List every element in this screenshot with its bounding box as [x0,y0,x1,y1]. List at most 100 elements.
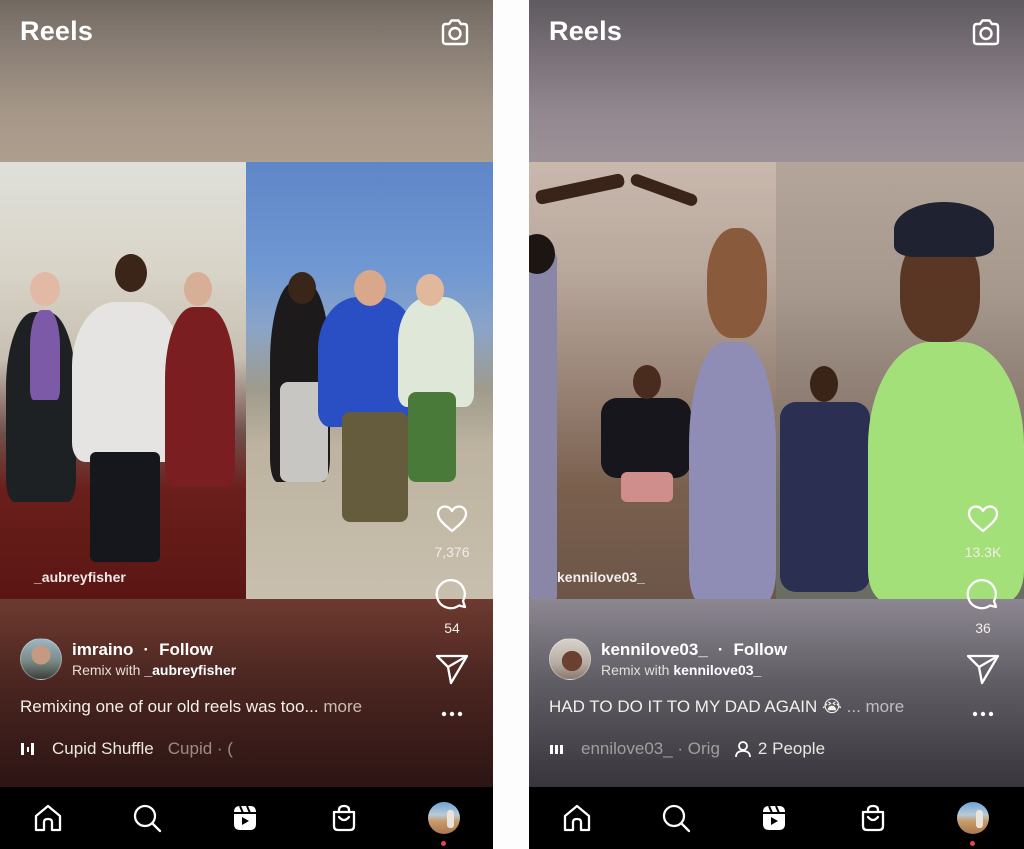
remix-attribution: Remix with kennilove03_ [601,662,787,678]
follow-button[interactable]: Follow [159,640,213,660]
person [780,402,870,592]
profile-avatar [428,802,460,834]
heart-icon [967,505,999,533]
remix-user-link[interactable]: kennilove03_ [673,662,761,678]
nav-reels[interactable] [757,801,791,835]
reels-screen-2: Reels kennilove03_ 13.3K 36 kennilove03_… [529,0,1024,849]
remix-original-clip: _aubreyfisher [0,162,246,599]
camera-button[interactable] [970,16,1002,48]
nav-search[interactable] [130,801,164,835]
share-button[interactable] [433,650,471,688]
like-button[interactable] [433,500,471,538]
remix-prefix: Remix with [601,662,670,678]
remix-original-clip: kennilove03_ [529,162,776,599]
original-creator-label: _aubreyfisher [34,569,126,585]
more-icon [441,711,463,717]
tagged-people[interactable]: 2 People [734,739,825,759]
person [601,398,691,478]
audio-row[interactable]: ennilove03_ · Orig 2 People [549,739,825,759]
reel-video[interactable]: kennilove03_ [529,162,1024,599]
nav-search[interactable] [659,801,693,835]
comment-button[interactable] [964,576,1002,614]
audio-bars-icon [550,745,563,754]
author-avatar[interactable] [549,638,591,680]
nav-shop[interactable] [856,801,890,835]
more-options-button[interactable] [964,706,1002,722]
comment-button[interactable] [433,576,471,614]
comment-count: 54 [444,620,460,636]
audio-row[interactable]: Cupid Shuffle Cupid · ( [20,739,233,759]
author-avatar[interactable] [20,638,62,680]
home-icon [34,804,62,832]
author-username[interactable]: imraino [72,640,133,660]
more-options-button[interactable] [433,706,471,722]
dancer-pants [342,412,408,522]
author-row: kennilove03_ · Follow Remix with kennilo… [549,638,787,680]
reels-icon [763,805,785,830]
person-shorts [621,472,673,502]
nav-home[interactable] [560,801,594,835]
caption: Remixing one of our old reels was too...… [20,697,362,717]
remix-prefix: Remix with [72,662,141,678]
notification-dot [441,841,446,846]
dancer-head [115,254,147,292]
dancer [165,307,235,487]
caption-text: HAD TO DO IT TO MY DAD AGAIN 😭 [549,697,842,716]
camera-button[interactable] [439,16,471,48]
page-title: Reels [20,16,94,46]
person-head [633,365,661,399]
share-button[interactable] [964,650,1002,688]
dancer-head [416,274,444,306]
home-icon [563,804,591,832]
camera-icon [972,19,1000,46]
shopping-bag-icon [332,804,356,832]
author-username[interactable]: kennilove03_ [601,640,708,660]
nav-shop[interactable] [327,801,361,835]
person-hat [894,202,994,257]
reels-screen-1: Reels _aubreyfisher 7,376 54 imraino · F… [0,0,493,849]
reels-icon [234,805,256,830]
dancer-pants [90,452,160,562]
like-button[interactable] [964,500,1002,538]
nav-reels[interactable] [228,801,262,835]
follow-button[interactable]: Follow [733,640,787,660]
person-icon [735,741,751,758]
audio-bars-icon [21,743,34,755]
remix-attribution: Remix with _aubreyfisher [72,662,236,678]
notification-dot [970,841,975,846]
ceiling-fan [534,172,626,206]
search-icon [133,804,162,833]
dancer-head [30,272,60,306]
audio-artist: Cupid · ( [167,739,233,758]
remix-user-link[interactable]: _aubreyfisher [144,662,236,678]
caption-more-link[interactable]: more [323,697,362,716]
dancer-head [354,270,386,306]
more-icon [972,711,994,717]
like-count: 13.3K [964,544,1002,560]
ceiling-fan [629,172,699,208]
bottom-nav [0,787,493,849]
like-count: 7,376 [434,544,470,560]
nav-home[interactable] [31,801,65,835]
reel-video[interactable]: _aubreyfisher [0,162,493,599]
comment-icon [435,579,467,610]
audio-track-name: ennilove03_ · Orig [581,739,720,758]
camera-icon [441,19,469,46]
send-icon [435,654,469,685]
search-icon [662,804,691,833]
send-icon [966,654,1000,685]
author-row: imraino · Follow Remix with _aubreyfishe… [20,638,236,680]
caption: HAD TO DO IT TO MY DAD AGAIN 😭 ... more [549,697,904,717]
screen-divider [493,0,529,849]
shopping-bag-icon [861,804,885,832]
dancer-head [184,272,212,306]
dancer-pants [408,392,456,482]
nav-profile[interactable] [427,801,461,835]
comment-icon [966,579,998,610]
person [689,342,776,599]
nav-profile[interactable] [956,801,990,835]
original-creator-label: kennilove03_ [557,569,645,585]
caption-more-link[interactable]: ... more [847,697,905,716]
profile-avatar [957,802,989,834]
bottom-nav [529,787,1024,849]
